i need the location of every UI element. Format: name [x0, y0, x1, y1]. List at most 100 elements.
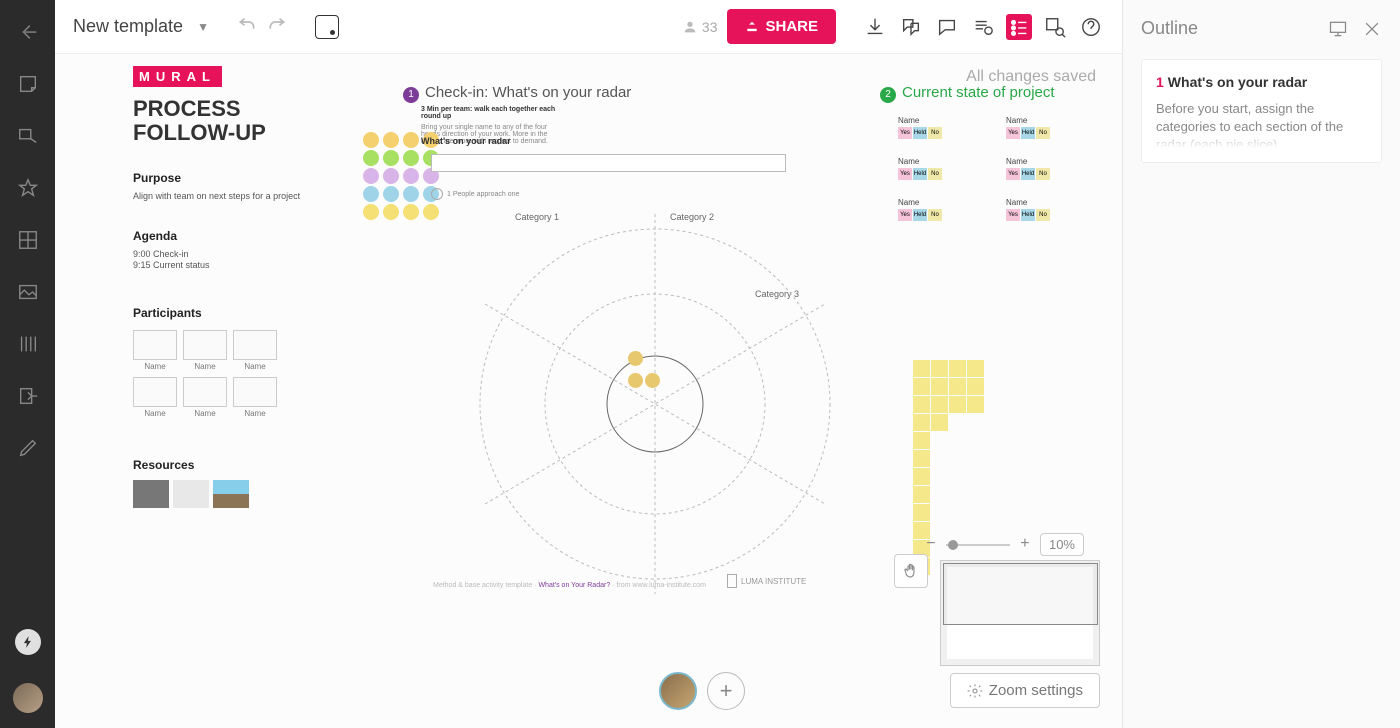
zoom-knob[interactable]: [948, 540, 958, 550]
mural-title[interactable]: New template: [73, 16, 183, 37]
participant-slot[interactable]: [233, 377, 277, 407]
star-icon[interactable]: [16, 176, 40, 200]
dice-icon[interactable]: [315, 15, 339, 39]
purpose-heading: Purpose: [133, 171, 308, 185]
activity-icon[interactable]: [970, 14, 996, 40]
share-button[interactable]: SHARE: [727, 9, 836, 44]
undo-button[interactable]: [237, 17, 257, 37]
participant-label: Name: [133, 362, 177, 371]
radar-legend: 1 People approach one: [431, 188, 519, 200]
radar-label: What's on your radar: [421, 136, 511, 146]
power-icon[interactable]: [15, 629, 41, 655]
luma-credit: LUMA INSTITUTE: [727, 574, 806, 588]
radar-chart[interactable]: [455, 204, 855, 604]
zoom-in-button[interactable]: +: [1018, 538, 1032, 552]
template-heading-2: FOLLOW-UP: [133, 120, 266, 145]
state-title: Current state of project: [902, 84, 1055, 101]
zoom-settings-label: Zoom settings: [989, 682, 1083, 699]
template-info-panel: MURAL PROCESSFOLLOW-UP Purpose Align wit…: [133, 66, 308, 508]
image-icon[interactable]: [16, 280, 40, 304]
shapes-icon[interactable]: [16, 124, 40, 148]
member-count[interactable]: 33: [682, 19, 718, 35]
chat-icon[interactable]: [898, 14, 924, 40]
participant-slot[interactable]: [233, 330, 277, 360]
state-card[interactable]: NameYesHeldNo: [1006, 157, 1106, 180]
topbar: New template ▼ 33 SHARE: [55, 0, 1122, 54]
radar-text-input[interactable]: [431, 154, 786, 172]
template-heading-1: PROCESS: [133, 96, 241, 121]
participant-label: Name: [133, 409, 177, 418]
outline-panel: Outline 1What's on your radar Before you…: [1122, 0, 1400, 728]
zoom-track[interactable]: [946, 544, 1010, 546]
sticky-note-icon[interactable]: [16, 72, 40, 96]
state-card[interactable]: NameYesHeldNo: [898, 157, 998, 180]
participant-slot[interactable]: [133, 377, 177, 407]
participant-label: Name: [183, 362, 227, 371]
left-toolbar: [0, 0, 55, 728]
collaborator-bar: +: [659, 672, 745, 710]
state-card[interactable]: NameYesHeldNo: [898, 198, 998, 221]
member-count-value: 33: [702, 19, 718, 35]
participant-cards: Name Name Name Name Name Name: [133, 330, 308, 418]
participant-slot[interactable]: [183, 377, 227, 407]
present-icon[interactable]: [1328, 19, 1348, 39]
draw-icon[interactable]: [16, 436, 40, 460]
zoom-percent[interactable]: 10%: [1040, 533, 1084, 556]
outline-title: Outline: [1141, 18, 1198, 39]
state-card[interactable]: NameYesHeldNo: [898, 116, 998, 139]
outline-toggle-icon[interactable]: [1006, 14, 1032, 40]
state-card[interactable]: NameYesHeldNo: [1006, 116, 1106, 139]
outline-item[interactable]: 1What's on your radar Before you start, …: [1141, 59, 1382, 163]
section-2-heading: 2 Current state of project: [880, 84, 1055, 103]
checkin-title: Check-in: What's on your radar: [425, 84, 631, 101]
agenda-heading: Agenda: [133, 229, 308, 243]
collaborator-avatar[interactable]: [659, 672, 697, 710]
zoom-out-button[interactable]: −: [924, 538, 938, 552]
step-badge-1: 1: [403, 87, 419, 103]
participant-label: Name: [183, 409, 227, 418]
participant-label: Name: [233, 409, 277, 418]
zoom-slider[interactable]: − + 10%: [924, 533, 1084, 556]
resource-thumbs: [133, 480, 308, 508]
close-icon[interactable]: [1362, 19, 1382, 39]
comment-icon[interactable]: [934, 14, 960, 40]
export-icon[interactable]: [862, 14, 888, 40]
help-icon[interactable]: [1078, 14, 1104, 40]
outline-item-number: 1: [1156, 74, 1164, 90]
resource-thumb[interactable]: [213, 480, 249, 508]
resource-thumb[interactable]: [173, 480, 209, 508]
resources-heading: Resources: [133, 458, 308, 472]
agenda-item-1: 9:00 Check-in: [133, 249, 308, 259]
hand-tool-button[interactable]: [894, 554, 928, 588]
minimap-viewport[interactable]: [943, 563, 1098, 625]
outline-item-body: Before you start, assign the categories …: [1156, 100, 1367, 148]
agenda-item-2: 9:15 Current status: [133, 260, 308, 270]
zoom-settings-button[interactable]: Zoom settings: [950, 673, 1100, 708]
radar-dots[interactable]: [627, 350, 661, 394]
mural-logo: MURAL: [133, 66, 222, 87]
canvas[interactable]: All changes saved MURAL PROCESSFOLLOW-UP…: [55, 54, 1122, 728]
state-card[interactable]: NameYesHeldNo: [1006, 198, 1106, 221]
back-icon[interactable]: [16, 20, 40, 44]
participant-slot[interactable]: [183, 330, 227, 360]
minimap[interactable]: [940, 560, 1100, 666]
files-icon[interactable]: [16, 332, 40, 356]
outline-item-title: What's on your radar: [1168, 74, 1307, 90]
resource-thumb[interactable]: [133, 480, 169, 508]
title-dropdown-icon[interactable]: ▼: [197, 20, 209, 34]
state-grid: NameYesHeldNo NameYesHeldNo NameYesHeldN…: [898, 116, 1106, 221]
participants-heading: Participants: [133, 306, 308, 320]
method-credit: Method & base activity template · What's…: [433, 582, 706, 589]
section-1-heading: 1 Check-in: What's on your radar: [403, 84, 631, 103]
participant-label: Name: [233, 362, 277, 371]
find-icon[interactable]: [1042, 14, 1068, 40]
share-label: SHARE: [765, 18, 818, 35]
add-collaborator-button[interactable]: +: [707, 672, 745, 710]
redo-button[interactable]: [267, 17, 287, 37]
user-avatar[interactable]: [13, 683, 43, 713]
step-badge-2: 2: [880, 87, 896, 103]
import-icon[interactable]: [16, 384, 40, 408]
participant-slot[interactable]: [133, 330, 177, 360]
frameworks-icon[interactable]: [16, 228, 40, 252]
purpose-text: Align with team on next steps for a proj…: [133, 191, 308, 203]
